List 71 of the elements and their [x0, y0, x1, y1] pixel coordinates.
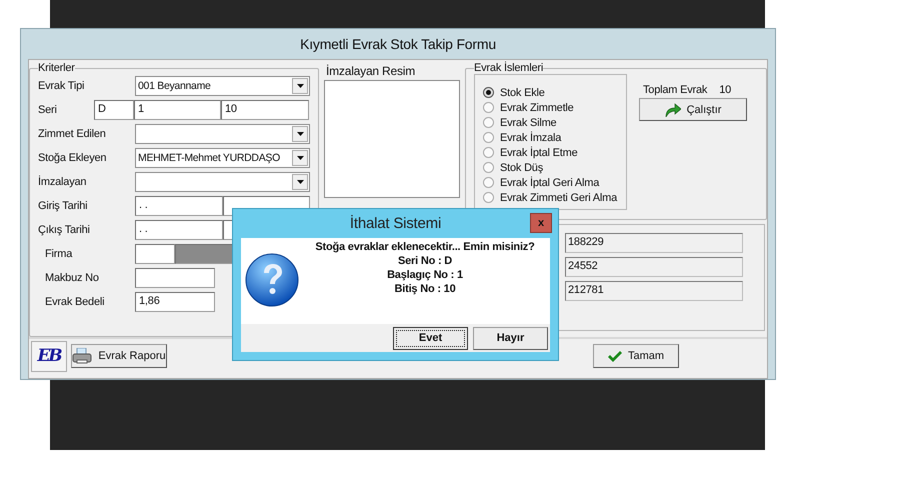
- input-field[interactable]: 10: [221, 100, 309, 120]
- input-field[interactable]: D: [94, 100, 134, 120]
- dropdown-field[interactable]: 001 Beyanname: [135, 76, 310, 96]
- input-field[interactable]: 1,86: [135, 292, 215, 312]
- radio-button[interactable]: [483, 87, 494, 98]
- field-label: Çıkış Tarihi: [38, 224, 91, 236]
- option-label: Evrak Silme: [500, 116, 556, 128]
- question-icon: [244, 252, 300, 308]
- field-label: Zimmet Edilen: [38, 128, 107, 140]
- dropdown-arrow-icon: [296, 84, 304, 88]
- group-title: Evrak İslemleri: [474, 62, 544, 74]
- radio-button[interactable]: [483, 117, 494, 128]
- message-text: Bitiş No : 10: [394, 282, 456, 296]
- printer-icon: [72, 348, 92, 364]
- option-label: Evrak İptal Etme: [500, 146, 578, 158]
- dropdown-button[interactable]: [292, 126, 308, 142]
- radio-button[interactable]: [483, 192, 494, 203]
- field-label: Evrak Tipi: [38, 80, 86, 92]
- dialog-title: İthalat Sistemi: [350, 215, 442, 232]
- report-button[interactable]: Evrak Raporu: [71, 344, 167, 368]
- readonly-field: 24552: [565, 257, 743, 277]
- dropdown-arrow-icon: [296, 132, 304, 136]
- dropdown-arrow-icon: [296, 180, 304, 184]
- date-field[interactable]: . .: [135, 196, 223, 216]
- panel-title: İmzalayan Resim: [325, 63, 416, 80]
- message-text: Seri No : D: [398, 254, 452, 268]
- group-title: Kriterler: [38, 62, 75, 74]
- check-icon: [608, 350, 622, 362]
- option-label: Stok Ekle: [500, 86, 545, 98]
- radio-button[interactable]: [483, 162, 494, 173]
- dropdown-button[interactable]: [292, 150, 308, 166]
- logo-button[interactable]: EB: [31, 340, 67, 372]
- date-field[interactable]: . .: [135, 220, 223, 240]
- option-label: Evrak Zimmeti Geri Alma: [500, 192, 618, 204]
- dialog-button[interactable]: Hayır: [473, 326, 548, 350]
- window-title: Kıymetli Evrak Stok Takip Formu: [300, 36, 496, 52]
- input-field[interactable]: [135, 268, 215, 288]
- dialog-button[interactable]: Evet: [393, 326, 468, 350]
- total-label: Toplam Evrak: [643, 84, 708, 96]
- input-field[interactable]: 1: [134, 100, 221, 120]
- dropdown-field[interactable]: [135, 124, 310, 144]
- field-label: Giriş Tarihi: [38, 200, 88, 212]
- readonly-field: 212781: [565, 281, 743, 301]
- field-label: Makbuz No: [44, 272, 100, 284]
- message-text: Başlagıç No : 1: [387, 268, 463, 282]
- radio-button[interactable]: [483, 102, 494, 113]
- radio-button[interactable]: [483, 132, 494, 143]
- code-field[interactable]: [135, 244, 175, 264]
- total-value: 10: [719, 84, 732, 96]
- field-label: Firma: [44, 248, 74, 260]
- dropdown-field[interactable]: [135, 172, 310, 192]
- field-label: Seri: [38, 104, 58, 116]
- option-label: Evrak İmzala: [500, 132, 562, 144]
- arrow-icon: [664, 102, 681, 116]
- close-button[interactable]: x: [530, 213, 552, 233]
- option-label: Evrak İptal Geri Alma: [500, 176, 600, 188]
- message-text: Stoğa evraklar eklenecektir... Emin misiniz?: [315, 240, 535, 254]
- dropdown-button[interactable]: [292, 174, 308, 190]
- run-button[interactable]: Çalıştır: [639, 98, 747, 121]
- field-label: İmzalayan: [38, 176, 88, 188]
- field-label: Evrak Bedeli: [44, 296, 106, 308]
- dropdown-field[interactable]: MEHMET-Mehmet YURDDAŞO: [135, 148, 310, 168]
- radio-button[interactable]: [483, 147, 494, 158]
- option-label: Evrak Zimmetle: [500, 102, 574, 114]
- field-label: Stoğa Ekleyen: [38, 152, 108, 164]
- option-label: Stok Düş: [500, 162, 544, 174]
- readonly-field: 188229: [565, 233, 743, 253]
- ok-button[interactable]: Tamam: [593, 344, 679, 368]
- radio-button[interactable]: [483, 177, 494, 188]
- dropdown-button[interactable]: [292, 78, 308, 94]
- dropdown-arrow-icon: [296, 156, 304, 160]
